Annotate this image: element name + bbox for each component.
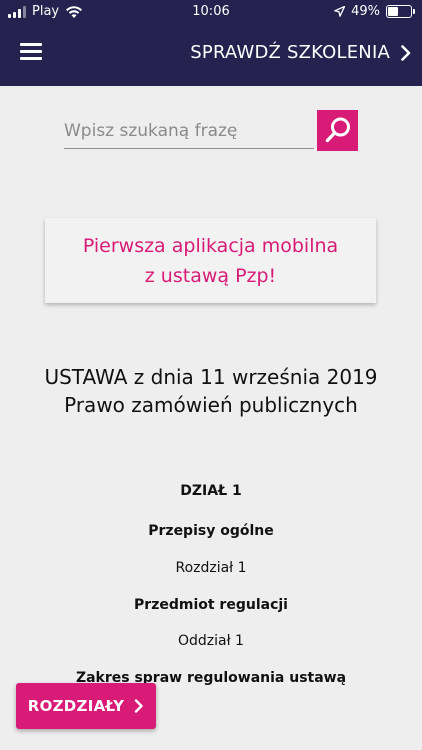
location-arrow-icon xyxy=(334,6,346,17)
chapter-title[interactable]: Przedmiot regulacji xyxy=(0,597,422,613)
chapters-button-label: ROZDZIAŁY xyxy=(27,697,125,715)
check-trainings-button[interactable]: SPRAWDŹ SZKOLENIA xyxy=(190,42,412,63)
chapter-heading[interactable]: Rozdział 1 xyxy=(0,560,422,576)
search-icon xyxy=(325,117,350,143)
battery-percent: 49% xyxy=(351,4,380,19)
battery-icon xyxy=(386,5,415,18)
chapters-button[interactable]: ROZDZIAŁY xyxy=(16,683,156,729)
check-trainings-label: SPRAWDŹ SZKOLENIA xyxy=(190,42,390,63)
search-input[interactable] xyxy=(64,114,314,149)
battery-fill xyxy=(388,7,398,16)
chevron-right-icon xyxy=(135,699,143,713)
app-bar: SPRAWDŹ SZKOLENIA xyxy=(0,24,422,86)
top-header: Play 10:06 49% SPRAWDŹ SZKOLENIA xyxy=(0,0,422,86)
hamburger-menu-icon[interactable] xyxy=(20,43,42,61)
division-heading[interactable]: Oddział 1 xyxy=(0,633,422,649)
search-bar xyxy=(64,110,358,152)
search-button[interactable] xyxy=(317,110,358,151)
section-heading[interactable]: DZIAŁ 1 xyxy=(0,483,422,499)
status-bar: Play 10:06 49% xyxy=(0,0,422,24)
promo-line-1: Pierwsza aplikacja mobilna xyxy=(82,234,339,257)
document-title-line-2: Prawo zamówień publicznych xyxy=(64,393,358,417)
section-title[interactable]: Przepisy ogólne xyxy=(0,523,422,539)
chevron-right-icon xyxy=(401,44,411,61)
status-right: 49% xyxy=(334,4,415,19)
document-title: USTAWA z dnia 11 września 2019 Prawo zam… xyxy=(0,363,422,419)
promo-line-2: z ustawą Pzp! xyxy=(144,264,277,287)
document-title-line-1: USTAWA z dnia 11 września 2019 xyxy=(44,365,378,389)
promo-banner: Pierwsza aplikacja mobilna z ustawą Pzp! xyxy=(45,218,376,303)
